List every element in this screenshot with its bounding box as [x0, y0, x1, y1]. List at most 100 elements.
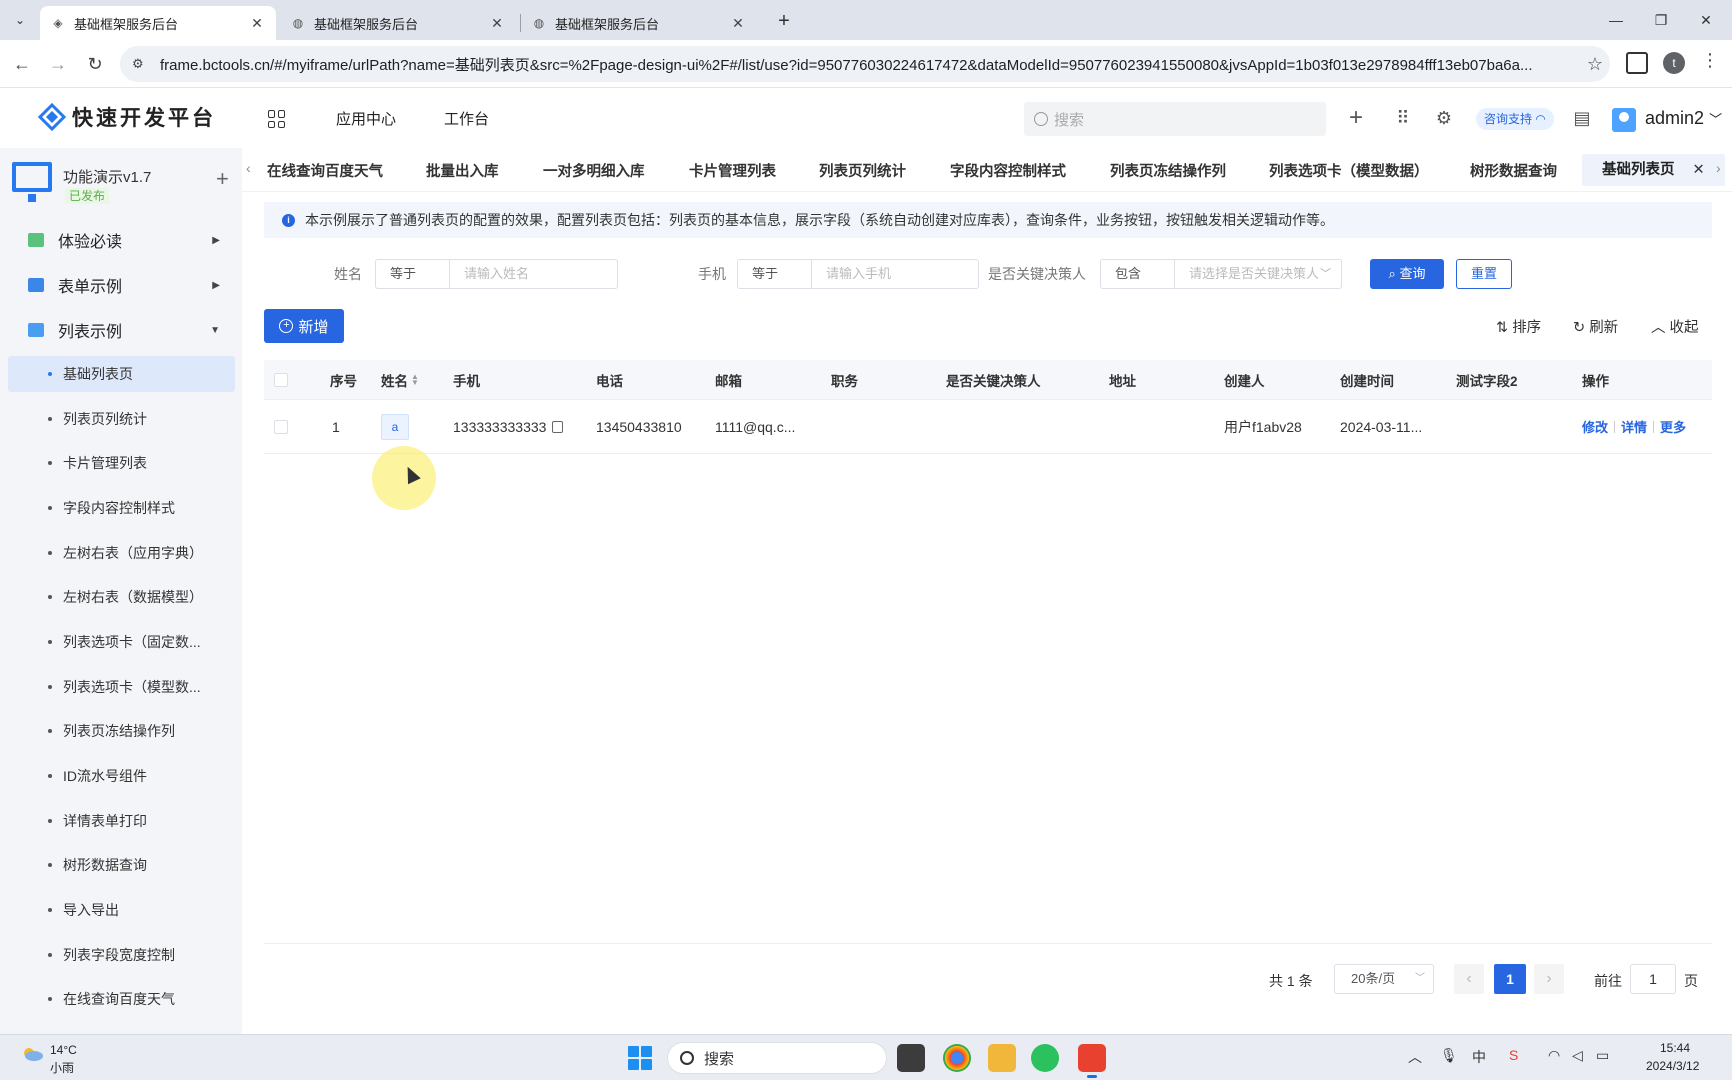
tab-basic-list[interactable]: 基础列表页 ✕: [1582, 154, 1725, 186]
prev-page-button[interactable]: ‹: [1454, 964, 1484, 994]
name-tag[interactable]: a: [381, 413, 409, 440]
query-op-decision[interactable]: 包含: [1100, 259, 1174, 289]
query-op-mobile[interactable]: 等于: [737, 259, 811, 289]
detail-link[interactable]: 详情: [1621, 417, 1647, 436]
sort-caret-icon[interactable]: ▲ ▼: [411, 372, 419, 386]
reset-button[interactable]: 重置: [1456, 259, 1512, 289]
goto-page-input[interactable]: 1: [1630, 964, 1676, 994]
close-icon[interactable]: ✕: [729, 15, 747, 32]
sidebar-item-field-style[interactable]: 字段内容控制样式: [8, 490, 235, 526]
restore-icon[interactable]: ❐: [1641, 6, 1681, 34]
decision-maker-select[interactable]: 请选择是否关键决策人 ﹀: [1174, 259, 1342, 289]
sidebar-item-tree-query[interactable]: 树形数据查询: [8, 847, 235, 883]
wechat-icon[interactable]: [1031, 1044, 1059, 1072]
nav-workbench[interactable]: 工作台: [444, 108, 489, 129]
nav-app-center[interactable]: 应用中心: [336, 108, 396, 129]
page-size-select[interactable]: 20条/页 ﹀: [1334, 964, 1434, 994]
taskbar-search[interactable]: 搜索: [667, 1042, 887, 1074]
minimize-icon[interactable]: —: [1596, 6, 1636, 34]
tabs-scroll-right-icon[interactable]: ›: [1716, 160, 1721, 176]
tray-overflow-icon[interactable]: ︿: [1408, 1047, 1422, 1067]
sidebar-item-tree-model[interactable]: 左树右表（数据模型）: [8, 579, 235, 615]
browser-tab-3[interactable]: ◍ 基础框架服务后台 ✕: [521, 6, 757, 40]
name-search-input[interactable]: 请输入姓名: [449, 259, 618, 289]
reload-icon[interactable]: ↻: [83, 52, 107, 76]
sidebar-item-print[interactable]: 详情表单打印: [8, 803, 235, 839]
refresh-button[interactable]: ↻ 刷新: [1573, 316, 1618, 337]
user-name-dropdown[interactable]: admin2 ﹀: [1645, 108, 1722, 129]
sidebar-item-weather[interactable]: 在线查询百度天气: [8, 981, 235, 1017]
add-button[interactable]: + 新增: [264, 309, 344, 343]
close-icon[interactable]: ✕: [488, 15, 506, 32]
back-icon[interactable]: ←: [10, 52, 34, 76]
side-panel-icon[interactable]: [1626, 52, 1648, 74]
browser-menu-icon[interactable]: ⋮: [1700, 50, 1720, 76]
sort-button[interactable]: ⇅ 排序: [1496, 316, 1541, 337]
tab-field-style[interactable]: 字段内容控制样式: [950, 160, 1066, 181]
battery-icon[interactable]: ▭: [1596, 1047, 1609, 1064]
user-avatar[interactable]: [1612, 108, 1636, 132]
message-icon[interactable]: ▤: [1570, 106, 1594, 130]
select-all-checkbox[interactable]: [274, 372, 288, 387]
chrome-icon[interactable]: [943, 1044, 971, 1072]
tab-frozen-column[interactable]: 列表页冻结操作列: [1110, 160, 1226, 181]
query-op-name[interactable]: 等于: [375, 259, 449, 289]
mobile-search-input[interactable]: 请输入手机: [811, 259, 979, 289]
edit-link[interactable]: 修改: [1582, 417, 1608, 436]
consult-support-button[interactable]: 咨询支持 ◠: [1476, 108, 1554, 130]
apps-grid-icon[interactable]: [268, 110, 286, 128]
microphone-icon[interactable]: 🎙: [1440, 1047, 1458, 1064]
add-page-icon[interactable]: +: [216, 166, 229, 192]
file-explorer-icon[interactable]: [988, 1044, 1016, 1072]
column-header-sortable[interactable]: 姓名 ▲ ▼: [381, 360, 419, 399]
profile-avatar[interactable]: t: [1663, 52, 1685, 74]
platform-logo[interactable]: 快速开发平台: [38, 102, 216, 132]
weather-temperature[interactable]: 14°C: [50, 1043, 77, 1057]
tab-search-button[interactable]: ⌄: [8, 8, 32, 32]
next-page-button[interactable]: ›: [1534, 964, 1564, 994]
tab-batch-stock[interactable]: 批量出入库: [426, 160, 499, 181]
copy-icon[interactable]: [552, 420, 564, 433]
tab-tabs-model[interactable]: 列表选项卡（模型数据）: [1269, 160, 1429, 181]
more-link[interactable]: 更多: [1660, 417, 1686, 436]
tab-weather[interactable]: 在线查询百度天气: [267, 160, 383, 181]
task-view-icon[interactable]: [897, 1044, 925, 1072]
sidebar-item-frozen-column[interactable]: 列表页冻结操作列: [8, 713, 235, 749]
menu-group-lists[interactable]: 列表示例 ▼: [0, 310, 242, 350]
close-icon[interactable]: ✕: [1693, 162, 1705, 178]
sidebar-item-basic-list[interactable]: 基础列表页: [8, 356, 235, 392]
header-search-input[interactable]: 搜索: [1024, 102, 1326, 136]
start-windows-icon[interactable]: [628, 1046, 652, 1070]
window-close-icon[interactable]: ✕: [1686, 6, 1726, 34]
tabs-scroll-left-icon[interactable]: ‹: [246, 160, 251, 176]
site-info-icon[interactable]: ⚙: [132, 56, 152, 72]
weather-description[interactable]: 小雨: [50, 1059, 74, 1076]
recorder-app-icon[interactable]: [1078, 1044, 1106, 1078]
tab-one-to-many[interactable]: 一对多明细入库: [543, 160, 645, 181]
sidebar-item-import-export[interactable]: 导入导出: [8, 892, 235, 928]
close-icon[interactable]: ✕: [248, 15, 266, 32]
page-number-current[interactable]: 1: [1494, 964, 1526, 994]
menu-group-forms[interactable]: 表单示例 ▶: [0, 265, 242, 305]
new-tab-button[interactable]: +: [770, 8, 798, 36]
bookmark-star-icon[interactable]: ☆: [1580, 54, 1610, 75]
tab-list-stats[interactable]: 列表页列统计: [819, 160, 906, 181]
query-button[interactable]: ⌕ 查询: [1370, 259, 1444, 289]
volume-icon[interactable]: ◁: [1572, 1047, 1583, 1064]
sidebar-item-tree-dict[interactable]: 左树右表（应用字典）: [8, 535, 235, 571]
grid-menu-icon[interactable]: ⠿: [1391, 106, 1415, 130]
add-icon[interactable]: +: [1344, 106, 1368, 130]
tab-card-list[interactable]: 卡片管理列表: [689, 160, 776, 181]
sidebar-item-column-width[interactable]: 列表字段宽度控制: [8, 937, 235, 973]
settings-gear-icon[interactable]: ⚙: [1432, 106, 1456, 130]
sidebar-item-serial-id[interactable]: ID流水号组件: [8, 758, 235, 794]
menu-group-experience[interactable]: 体验必读 ▶: [0, 220, 242, 260]
url-field[interactable]: ⚙ frame.bctools.cn/#/myiframe/urlPath?na…: [120, 46, 1610, 82]
wifi-icon[interactable]: ◠: [1548, 1047, 1560, 1064]
app-tray-icon[interactable]: S: [1509, 1047, 1518, 1063]
browser-tab-2[interactable]: ◍ 基础框架服务后台 ✕: [280, 6, 516, 40]
forward-icon[interactable]: →: [46, 52, 70, 76]
app-card[interactable]: 功能演示v1.7 已发布 +: [10, 156, 234, 208]
sidebar-item-list-stats[interactable]: 列表页列统计: [8, 401, 235, 437]
ime-indicator[interactable]: 中: [1472, 1047, 1486, 1067]
